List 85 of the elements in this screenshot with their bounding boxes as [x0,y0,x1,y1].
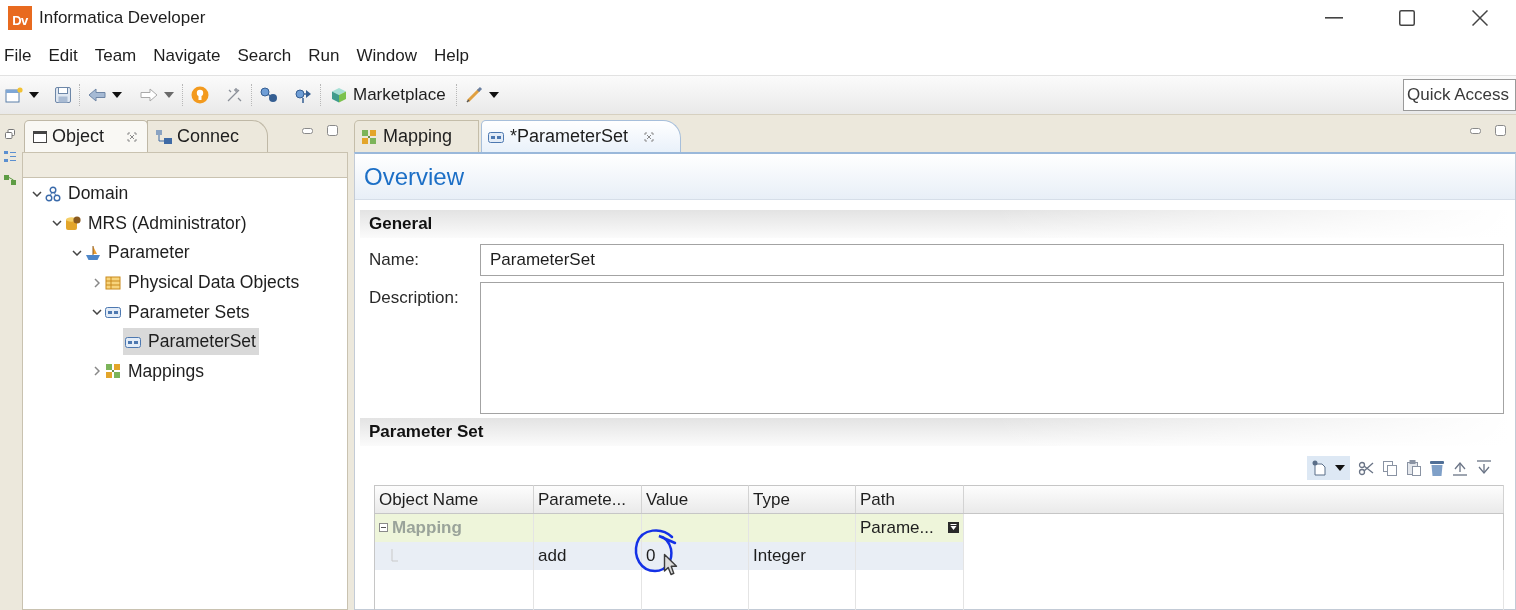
nodes-icon[interactable] [260,86,278,104]
move-up-icon[interactable] [1452,460,1468,476]
maximize-icon[interactable] [1398,10,1415,26]
list-tree-icon[interactable] [4,151,16,163]
chevron-down-icon[interactable] [72,250,82,256]
dropdown-icon[interactable] [948,522,959,534]
field-label: Description: [368,287,460,308]
window-title: Informatica Developer [39,8,206,28]
column-header[interactable]: Object Name [374,485,534,514]
table-grid-icon [105,274,121,291]
caret-icon[interactable] [488,92,499,98]
cube-icon [331,87,347,103]
chevron-right-icon[interactable] [94,277,100,288]
menu-item[interactable]: Help [429,40,473,71]
table-cell: Integer [748,541,856,570]
menu-item[interactable]: Navigate [149,40,225,71]
table-row[interactable]: add 0 Integer [374,541,1504,570]
column-header[interactable]: Paramete... [533,485,642,514]
tree-item[interactable]: Parameter Sets [103,298,253,326]
column-header[interactable]: Path [855,485,964,514]
collapse-icon[interactable] [379,523,388,533]
field-label: Name: [368,250,421,270]
caret-icon[interactable] [29,92,39,98]
marketplace-button[interactable]: Marketplace [329,81,448,109]
window-icon [33,130,47,143]
menu-item[interactable]: Window [352,40,421,71]
keyhole-icon[interactable] [191,86,209,104]
menu-item[interactable]: File [0,40,36,71]
repository-icon [65,215,81,232]
move-down-icon[interactable] [1476,460,1492,476]
tree-connector-icon [391,548,399,563]
new-document-icon [1311,460,1327,476]
tree-item[interactable]: MRS (Administrator) [63,209,250,237]
minimize-icon[interactable] [1324,17,1343,19]
tree-item[interactable]: Parameter [83,239,193,267]
add-row-button[interactable] [1307,456,1350,480]
save-icon[interactable] [55,87,71,103]
table-row[interactable]: Mapping Parame... [374,513,1504,542]
menu-item[interactable]: Run [304,40,344,71]
tree-item[interactable]: Domain [43,180,132,208]
close-icon[interactable] [1471,10,1488,26]
table-cell: Parame... [860,517,934,538]
mapping-icon [361,128,377,145]
pencil-icon[interactable] [464,86,483,104]
back-arrow-icon[interactable] [88,88,106,102]
editor-tab[interactable]: *ParameterSet [481,120,682,152]
parameter-set-icon [105,305,121,320]
new-window-icon[interactable] [5,87,23,103]
trash-icon[interactable] [1430,460,1444,476]
group-name: Mapping [392,517,462,538]
parameter-set-icon [488,129,505,144]
forward-arrow-icon[interactable] [140,88,158,102]
menu-item[interactable]: Team [90,40,141,71]
menu-item[interactable]: Search [233,40,296,71]
mouse-pointer-icon [663,553,679,577]
chevron-right-icon[interactable] [94,366,100,377]
mapping-icon [105,363,121,380]
domain-icon [45,185,61,202]
caret-icon[interactable] [112,92,122,98]
table-cell: add [533,541,642,570]
copy-icon[interactable] [1382,460,1398,476]
tree-item[interactable]: Physical Data Objects [103,269,303,297]
column-header[interactable]: Type [748,485,856,514]
restore-icon[interactable] [5,129,15,139]
paste-icon[interactable] [1406,460,1422,476]
nodes-arrow-icon[interactable] [294,86,312,104]
chevron-down-icon[interactable] [52,220,62,227]
connections-icon [156,129,173,144]
quick-access-field[interactable]: Quick Access [1403,79,1516,111]
tree-item[interactable]: ParameterSet [123,328,259,356]
description-field[interactable] [480,282,1504,414]
connector-icon[interactable] [4,175,16,185]
sailboat-icon [85,245,101,261]
caret-icon [1335,465,1345,471]
scissors-icon[interactable] [1358,460,1374,476]
app-logo: Dv [8,6,32,30]
parameter-set-icon [125,334,141,349]
column-header[interactable]: Value [641,485,749,514]
tree-item[interactable]: Mappings [103,357,207,385]
view-tab[interactable]: Object [24,120,149,152]
chevron-down-icon[interactable] [92,309,102,316]
chevron-down-icon[interactable] [32,190,42,197]
name-field[interactable]: ParameterSet [480,244,1504,276]
magic-wand-icon[interactable] [225,86,243,104]
menu-item[interactable]: Edit [44,40,82,71]
